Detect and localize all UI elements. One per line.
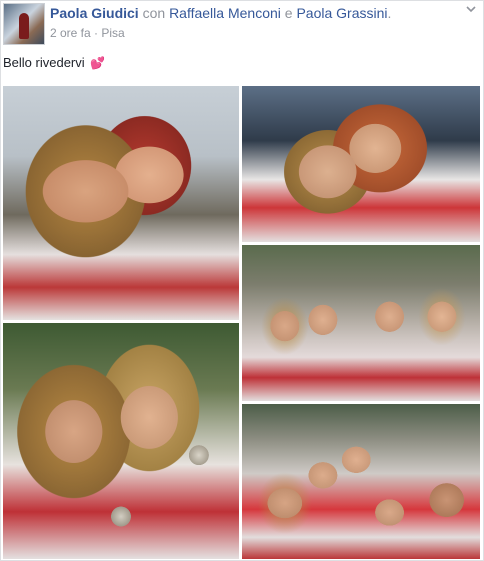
post-header: Paola Giudici con Raffaella Menconi e Pa… xyxy=(50,5,391,21)
photo-3[interactable] xyxy=(241,244,481,402)
author-name[interactable]: Paola Giudici xyxy=(50,5,139,21)
connector-and: e xyxy=(284,5,293,21)
avatar[interactable] xyxy=(3,3,45,45)
post-text: Bello rivedervi 💕 xyxy=(3,55,105,70)
chevron-down-icon[interactable] xyxy=(463,3,479,19)
meta-separator: · xyxy=(94,26,99,40)
photo-1[interactable] xyxy=(2,85,240,321)
post-location[interactable]: Pisa xyxy=(101,26,124,40)
connector-with: con xyxy=(142,5,166,21)
post-card: Paola Giudici con Raffaella Menconi e Pa… xyxy=(0,0,484,561)
avatar-figure xyxy=(19,13,29,39)
tagged-person-2[interactable]: Paola Grassini xyxy=(296,5,387,21)
post-meta: 2 ore fa · Pisa xyxy=(50,26,125,40)
post-message: Bello rivedervi xyxy=(3,55,85,70)
photo-4[interactable] xyxy=(2,322,240,560)
photo-2[interactable] xyxy=(241,85,481,243)
heart-emoji-icon: 💕 xyxy=(90,56,106,70)
post-timestamp[interactable]: 2 ore fa xyxy=(50,26,91,40)
header-period: . xyxy=(387,5,392,21)
tagged-person-1[interactable]: Raffaella Menconi xyxy=(169,5,281,21)
photo-5[interactable] xyxy=(241,403,481,560)
